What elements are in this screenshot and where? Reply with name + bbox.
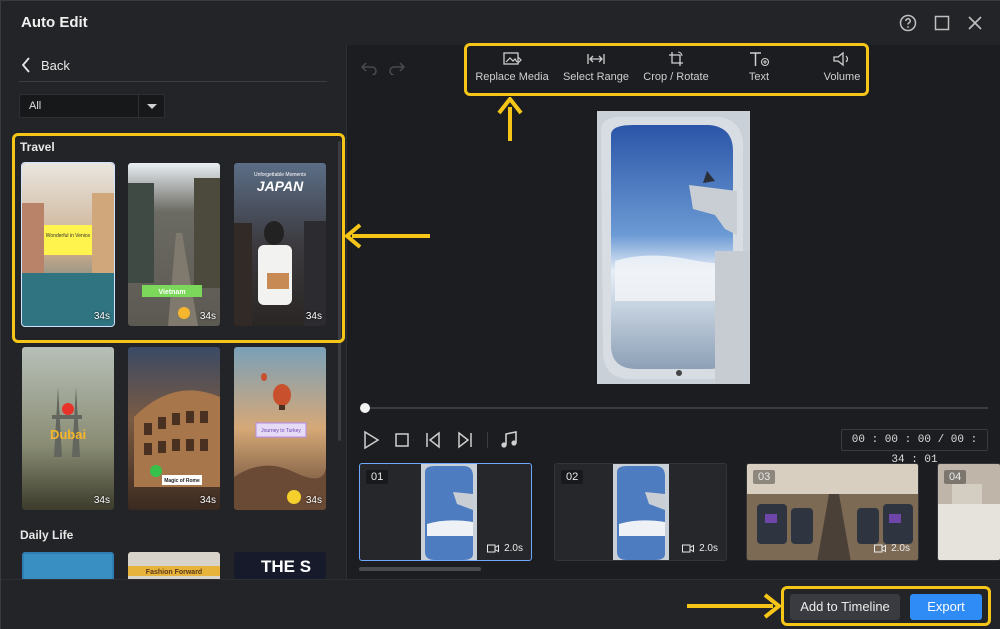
auto-edit-window: Auto Edit Back All Travel Wonderful in V… xyxy=(0,0,1000,629)
clip-item[interactable]: 02 2.0s xyxy=(554,463,727,561)
export-button[interactable]: Export xyxy=(910,594,982,620)
clip-index: 03 xyxy=(753,470,776,484)
divider xyxy=(19,81,327,82)
clip-item[interactable]: 04 xyxy=(937,463,1000,561)
clip-duration-text: 2.0s xyxy=(504,543,523,554)
template-thumb-turkey[interactable]: Journey to Turkey 34s xyxy=(234,347,326,510)
thumb-caption: Fashion Forward xyxy=(146,569,202,576)
clip-duration: 2.0s xyxy=(874,543,910,554)
clip-item[interactable]: 01 2.0s xyxy=(359,463,532,561)
footer-bar: Add to Timeline Export xyxy=(1,579,1000,629)
video-preview xyxy=(597,111,750,384)
text-button[interactable]: Text xyxy=(734,51,784,89)
clip-duration: 2.0s xyxy=(682,543,718,554)
clip-duration-text: 2.0s xyxy=(699,543,718,554)
volume-icon xyxy=(833,51,849,67)
template-thumb-venice[interactable]: Wonderful in Venice 34s xyxy=(21,162,115,327)
thumb-caption: JAPAN xyxy=(257,178,304,194)
thumb-caption: THE S xyxy=(261,557,311,576)
template-thumb-daily-1[interactable] xyxy=(22,552,114,579)
template-duration: 34s xyxy=(305,311,322,322)
back-label: Back xyxy=(41,57,70,73)
category-filter-select[interactable]: All xyxy=(19,94,165,118)
previous-frame-icon[interactable] xyxy=(423,430,443,450)
title-bar: Auto Edit xyxy=(1,1,1000,45)
thumb-caption: Dubai xyxy=(50,427,86,442)
thumb-caption: Wonderful in Venice xyxy=(46,233,91,239)
template-sidebar: Back All Travel Wonderful in Venice 34s xyxy=(1,45,347,579)
filter-value: All xyxy=(29,100,42,112)
section-label-travel: Travel xyxy=(20,140,55,154)
select-range-button[interactable]: Select Range xyxy=(558,51,634,89)
thumb-caption: Journey to Turkey xyxy=(261,428,301,434)
crop-rotate-button[interactable]: Crop / Rotate xyxy=(640,51,712,89)
crop-rotate-icon xyxy=(669,51,683,66)
playback-progress-track[interactable] xyxy=(361,407,988,409)
template-thumb-dubai[interactable]: Dubai 34s xyxy=(22,347,114,510)
thumb-caption: Magic of Rome xyxy=(164,478,200,484)
maximize-icon[interactable] xyxy=(932,13,952,33)
help-icon[interactable] xyxy=(898,13,918,33)
template-duration: 34s xyxy=(93,495,110,506)
template-duration: 34s xyxy=(305,495,322,506)
text-icon xyxy=(750,52,770,67)
tool-label: Replace Media xyxy=(475,71,549,83)
stop-icon[interactable] xyxy=(392,430,412,450)
clip-duration-text: 2.0s xyxy=(891,543,910,554)
timecode-display: 00 : 00 : 00 / 00 : 34 : 01 xyxy=(841,429,988,466)
chevron-down-icon[interactable] xyxy=(138,95,164,117)
clip-index: 04 xyxy=(944,470,967,484)
add-to-timeline-button[interactable]: Add to Timeline xyxy=(790,594,900,620)
template-duration: 34s xyxy=(199,311,216,322)
playhead-knob[interactable] xyxy=(360,403,370,413)
volume-button[interactable]: Volume xyxy=(814,51,870,89)
clip-item[interactable]: 03 2.0s xyxy=(746,463,919,561)
close-icon[interactable] xyxy=(965,13,985,33)
timeline-scrollbar[interactable] xyxy=(359,567,481,571)
select-range-icon xyxy=(587,54,605,64)
video-camera-icon xyxy=(682,544,695,553)
section-label-daily-life: Daily Life xyxy=(20,528,74,542)
tool-label: Text xyxy=(748,71,770,83)
play-icon[interactable] xyxy=(361,430,381,450)
edit-toolbar: Replace Media Select Range Crop / Rotate… xyxy=(464,45,984,93)
clip-index: 01 xyxy=(366,470,389,484)
sidebar-scrollbar[interactable] xyxy=(338,141,341,441)
template-thumb-rome[interactable]: Magic of Rome 34s xyxy=(128,347,220,510)
template-duration: 34s xyxy=(199,495,216,506)
template-duration: 34s xyxy=(93,311,110,322)
video-camera-icon xyxy=(874,544,887,553)
music-icon[interactable] xyxy=(499,430,519,450)
thumb-caption: Vietnam xyxy=(158,289,185,296)
tool-label: Select Range xyxy=(562,71,630,83)
template-thumb-japan[interactable]: Unforgettable Moments JAPAN 34s xyxy=(234,163,326,326)
tool-label: Crop / Rotate xyxy=(643,71,709,83)
template-thumb-daily-2[interactable]: Fashion Forward xyxy=(128,552,220,579)
undo-icon[interactable] xyxy=(360,61,377,76)
next-frame-icon[interactable] xyxy=(455,430,475,450)
clip-index: 02 xyxy=(561,470,584,484)
template-thumb-daily-3[interactable]: THE S xyxy=(234,552,326,579)
control-divider xyxy=(487,432,488,448)
template-thumb-vietnam[interactable]: Vietnam 34s xyxy=(128,163,220,326)
editor-panel: Replace Media Select Range Crop / Rotate… xyxy=(347,45,1000,579)
redo-icon[interactable] xyxy=(389,61,406,76)
tool-label: Volume xyxy=(823,71,861,83)
window-title: Auto Edit xyxy=(21,14,88,31)
video-camera-icon xyxy=(487,544,500,553)
back-button[interactable]: Back xyxy=(21,55,70,75)
clip-duration: 2.0s xyxy=(487,543,523,554)
replace-media-icon xyxy=(503,52,522,65)
chevron-left-icon xyxy=(21,57,30,73)
replace-media-button[interactable]: Replace Media xyxy=(472,51,552,89)
